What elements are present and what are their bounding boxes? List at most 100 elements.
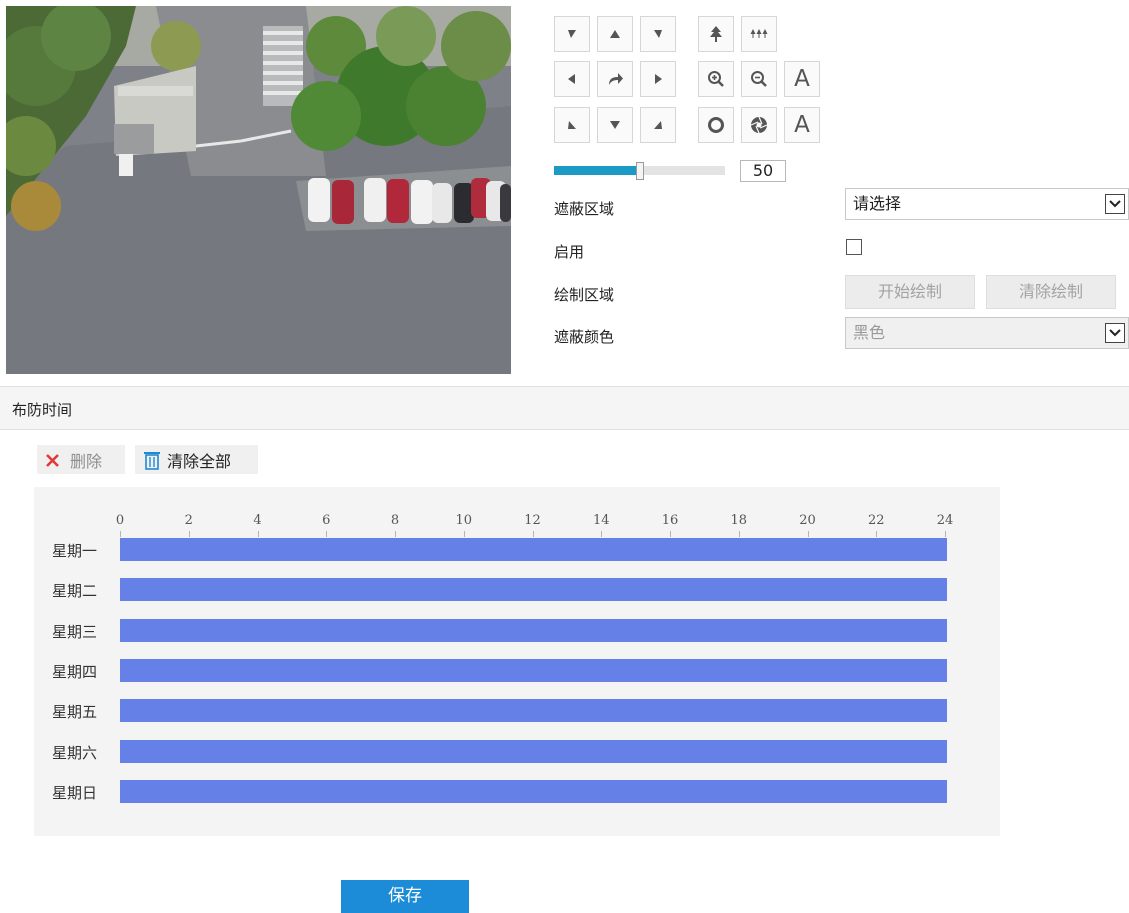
focus-near-button[interactable] [698, 61, 734, 97]
arrow-left-icon [568, 74, 575, 84]
clear-all-label: 清除全部 [167, 451, 232, 471]
hour-tick [739, 531, 740, 537]
hour-tick [808, 531, 809, 537]
schedule-bar[interactable] [120, 740, 947, 763]
hour-tick [670, 531, 671, 537]
zoom-tele-button[interactable] [698, 16, 734, 52]
ptz-auto-button[interactable] [597, 61, 633, 97]
ptz-right-button[interactable] [640, 61, 676, 97]
mask-area-value: 请选择 [853, 194, 902, 213]
ptz-down-right-button[interactable] [640, 107, 676, 143]
delete-button[interactable]: 删除 [37, 445, 125, 474]
zoom-in-icon [708, 71, 724, 87]
iris-open-button[interactable] [698, 107, 734, 143]
day-label: 星期六 [52, 744, 98, 762]
arrow-up-left-icon [568, 121, 576, 129]
hour-label: 22 [867, 513, 885, 528]
day-label: 星期一 [52, 542, 98, 560]
enable-label: 启用 [554, 243, 585, 261]
save-button[interactable]: 保存 [341, 880, 469, 913]
arrow-up-right-icon [654, 121, 662, 129]
hour-tick [601, 531, 602, 537]
schedule-bar[interactable] [120, 780, 947, 803]
mask-color-select[interactable]: 黑色 [845, 317, 1129, 349]
schedule-bar[interactable] [120, 578, 947, 601]
auto-iris-button[interactable]: A [784, 107, 820, 143]
camera-snapshot [6, 6, 511, 374]
schedule-bar[interactable] [120, 699, 947, 722]
hour-label: 18 [730, 513, 748, 528]
day-label: 星期日 [52, 784, 98, 802]
hour-label: 6 [322, 513, 331, 528]
hour-label: 10 [455, 513, 473, 528]
hour-tick [120, 531, 121, 537]
mask-color-value: 黑色 [853, 323, 886, 342]
hour-tick [945, 531, 946, 537]
focus-far-button[interactable] [741, 61, 777, 97]
ptz-down-button[interactable] [597, 107, 633, 143]
hour-tick [395, 531, 396, 537]
video-preview[interactable] [6, 6, 511, 374]
auto-focus-label: A [794, 65, 810, 92]
day-label: 星期四 [52, 663, 98, 681]
hour-label: 4 [253, 513, 262, 528]
hour-label: 2 [184, 513, 193, 528]
ptz-up-right-button[interactable] [640, 16, 676, 52]
hour-tick [876, 531, 877, 537]
schedule-bar[interactable] [120, 659, 947, 682]
start-draw-button[interactable]: 开始绘制 [845, 275, 975, 309]
trash-icon [144, 451, 160, 470]
mask-area-label: 遮蔽区域 [554, 200, 615, 218]
speed-slider-fill [554, 166, 640, 175]
trees-icon [750, 29, 768, 38]
arrow-down-icon [610, 121, 620, 129]
iris-close-button[interactable] [741, 107, 777, 143]
day-label: 星期三 [52, 623, 98, 641]
hour-label: 16 [661, 513, 679, 528]
hour-tick [258, 531, 259, 537]
enable-checkbox[interactable] [846, 239, 862, 255]
hour-label: 14 [592, 513, 610, 528]
mask-color-label: 遮蔽颜色 [554, 328, 615, 346]
iris-open-icon [708, 117, 724, 133]
hour-label: 12 [524, 513, 541, 528]
hour-label: 20 [799, 513, 816, 528]
schedule-bar[interactable] [120, 538, 947, 561]
arrow-down-right-icon [654, 30, 662, 38]
hour-tick [464, 531, 465, 537]
speed-value[interactable]: 50 [740, 160, 786, 182]
hour-label: 24 [936, 513, 954, 528]
ptz-up-button[interactable] [597, 16, 633, 52]
draw-area-label: 绘制区域 [554, 286, 615, 304]
delete-label: 删除 [70, 451, 103, 471]
tree-icon [710, 26, 722, 42]
speed-slider-thumb[interactable] [635, 162, 644, 180]
mask-area-select[interactable]: 请选择 [845, 188, 1129, 220]
clear-all-button[interactable]: 清除全部 [135, 445, 258, 474]
hour-tick [189, 531, 190, 537]
chevron-down-icon [1105, 323, 1125, 343]
arrow-right-icon [655, 74, 662, 84]
arrow-up-icon [610, 30, 620, 38]
hour-tick [326, 531, 327, 537]
day-label: 星期二 [52, 582, 98, 600]
schedule-bar[interactable] [120, 619, 947, 642]
hour-label: 8 [390, 513, 400, 528]
auto-iris-label: A [794, 111, 810, 138]
clear-draw-button[interactable]: 清除绘制 [986, 275, 1116, 309]
ptz-left-button[interactable] [554, 61, 590, 97]
schedule-section-header: 布防时间 [0, 386, 1129, 430]
hour-label: 0 [115, 513, 125, 528]
close-icon [46, 453, 59, 467]
ptz-down-left-button[interactable] [554, 107, 590, 143]
arrow-down-left-icon [568, 30, 576, 38]
ptz-up-left-button[interactable] [554, 16, 590, 52]
chevron-down-icon [1105, 194, 1125, 214]
zoom-wide-button[interactable] [741, 16, 777, 52]
zoom-out-icon [751, 71, 767, 87]
auto-focus-button[interactable]: A [784, 61, 820, 97]
section-title: 布防时间 [12, 401, 73, 419]
iris-close-icon [750, 116, 768, 134]
day-label: 星期五 [52, 703, 98, 721]
redo-icon [609, 73, 623, 85]
